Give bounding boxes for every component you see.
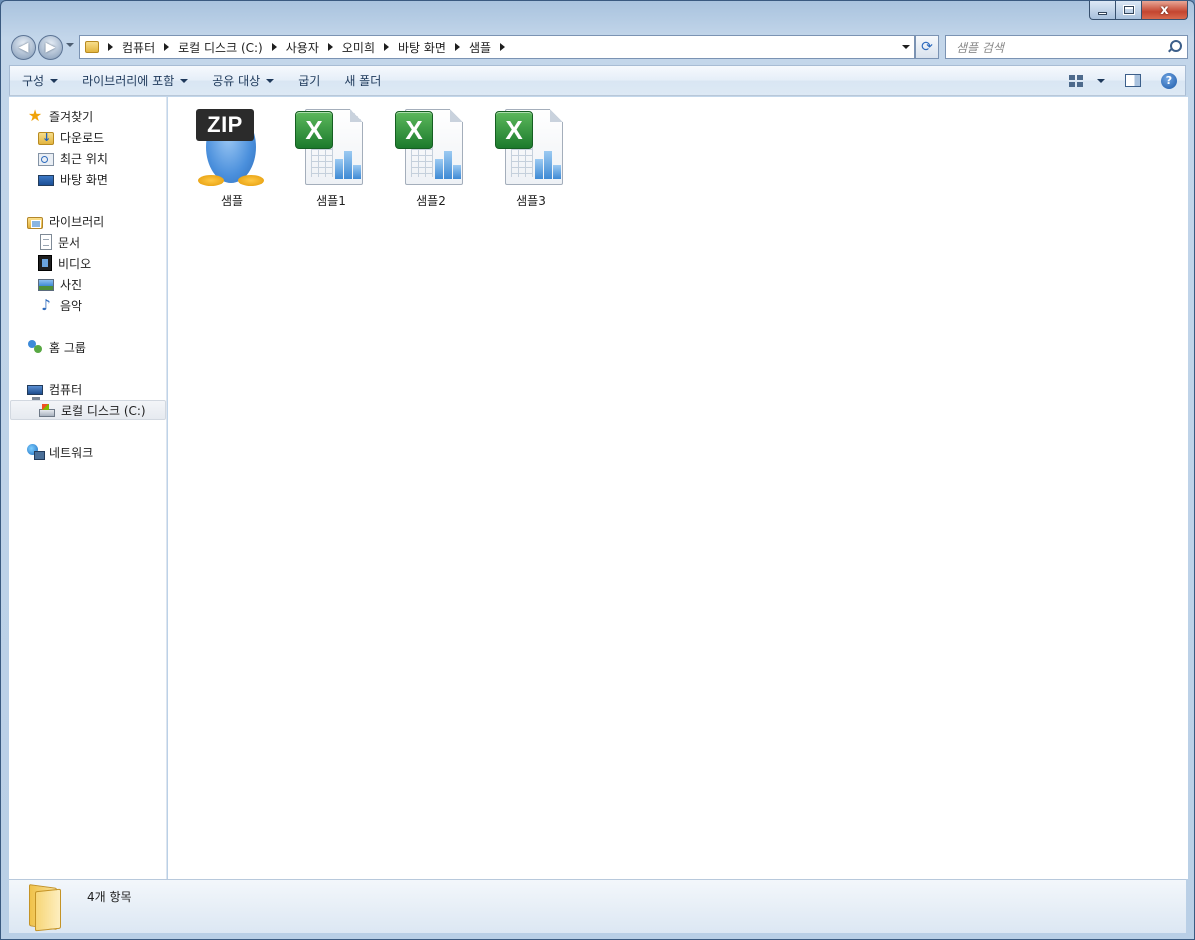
local-disk-icon	[39, 404, 55, 417]
network-icon	[27, 444, 45, 460]
chevron-right-icon[interactable]	[108, 43, 113, 51]
excel-file-icon: X	[291, 105, 371, 187]
search-input[interactable]: 샘플 검색	[945, 35, 1188, 59]
chevron-right-icon[interactable]	[384, 43, 389, 51]
recent-places-icon	[38, 152, 54, 166]
navigation-bar: ◀ ▶ 컴퓨터 로컬 디스크 (C:) 사용자 오미희 바탕 화면 샘플 ⟳ 샘…	[9, 33, 1188, 61]
address-history-dropdown-icon[interactable]	[902, 45, 910, 49]
sidebar-item-favorites[interactable]: ★ 즐겨찾기	[27, 106, 185, 126]
minimize-icon	[1098, 11, 1107, 15]
share-with-menu[interactable]: 공유 대상	[200, 66, 286, 95]
file-item-xlsx[interactable]: X 샘플3	[483, 105, 579, 215]
file-name[interactable]: 샘플1	[316, 192, 346, 209]
preview-pane-icon[interactable]	[1125, 74, 1141, 87]
chevron-right-icon[interactable]	[164, 43, 170, 51]
folder-icon	[27, 886, 61, 928]
excel-file-icon: X	[391, 105, 471, 187]
refresh-button[interactable]: ⟳	[915, 35, 939, 59]
forward-arrow-icon: ▶	[45, 40, 56, 55]
excel-file-icon: X	[491, 105, 571, 187]
breadcrumb-computer[interactable]: 컴퓨터	[122, 39, 178, 56]
desktop-icon	[38, 175, 54, 186]
close-button[interactable]: x	[1142, 1, 1188, 20]
help-icon[interactable]: ?	[1161, 72, 1177, 89]
forward-button[interactable]: ▶	[38, 35, 63, 60]
caption-buttons: x	[1089, 1, 1188, 21]
recent-pages-dropdown-icon[interactable]	[66, 43, 74, 47]
breadcrumb-sample[interactable]: 샘플	[469, 39, 514, 56]
video-icon	[38, 255, 52, 271]
excel-badge: X	[395, 111, 433, 149]
explorer-window: x ◀ ▶ 컴퓨터 로컬 디스크 (C:) 사용자 오미희 바탕 화면 샘플 ⟳…	[0, 0, 1195, 940]
view-options-dropdown-icon[interactable]	[1097, 78, 1105, 83]
downloads-folder-icon	[38, 131, 54, 145]
sidebar-item-network[interactable]: 네트워크	[27, 442, 185, 462]
sidebar-item-local-disk[interactable]: 로컬 디스크 (C:)	[10, 400, 166, 420]
chevron-right-icon[interactable]	[271, 43, 277, 51]
breadcrumb-local-disk[interactable]: 로컬 디스크 (C:)	[178, 39, 286, 56]
back-button[interactable]: ◀	[11, 35, 36, 60]
details-pane: 4개 항목	[9, 879, 1186, 933]
search-icon[interactable]	[1167, 40, 1182, 54]
breadcrumb-root[interactable]	[99, 43, 122, 51]
file-item-zip[interactable]: ZIP 샘플	[184, 105, 280, 215]
maximize-icon	[1123, 6, 1134, 14]
file-list[interactable]: ZIP 샘플 X 샘플1 X 샘플2 X 샘플3	[168, 97, 1188, 879]
excel-badge: X	[295, 111, 333, 149]
minimize-button[interactable]	[1089, 1, 1116, 20]
star-icon: ★	[27, 106, 43, 125]
breadcrumb-user[interactable]: 오미희	[342, 39, 398, 56]
music-icon: ♪	[41, 296, 51, 314]
chevron-right-icon[interactable]	[500, 43, 506, 51]
documents-icon	[40, 234, 52, 250]
file-name[interactable]: 샘플3	[516, 192, 546, 209]
zip-archive-icon: ZIP	[192, 105, 272, 187]
include-in-library-menu[interactable]: 라이브러리에 포함	[70, 66, 200, 95]
chevron-right-icon[interactable]	[327, 43, 333, 51]
navigation-pane: ★ 즐겨찾기 다운로드 최근 위치 바탕 화면 라이브러리 문서 비디오	[9, 97, 167, 879]
command-bar: 구성 라이브러리에 포함 공유 대상 굽기 새 폴더 ?	[9, 65, 1186, 96]
maximize-button[interactable]	[1116, 1, 1142, 20]
burn-button[interactable]: 굽기	[286, 66, 332, 95]
file-name[interactable]: 샘플2	[416, 192, 446, 209]
breadcrumb-desktop[interactable]: 바탕 화면	[398, 39, 469, 56]
address-bar[interactable]: 컴퓨터 로컬 디스크 (C:) 사용자 오미희 바탕 화면 샘플	[79, 35, 915, 59]
zip-badge: ZIP	[196, 109, 254, 141]
back-arrow-icon: ◀	[18, 40, 29, 55]
chevron-down-icon[interactable]	[266, 78, 275, 83]
library-icon	[27, 216, 43, 229]
homegroup-icon	[27, 339, 43, 355]
pictures-icon	[38, 279, 54, 291]
item-count: 4개 항목	[87, 890, 132, 904]
organize-menu[interactable]: 구성	[10, 66, 70, 95]
chevron-down-icon[interactable]	[180, 78, 189, 83]
change-view-icon[interactable]	[1069, 74, 1083, 87]
file-item-xlsx[interactable]: X 샘플1	[283, 105, 379, 215]
folder-icon	[85, 41, 99, 53]
sidebar-item-homegroup[interactable]: 홈 그룹	[27, 337, 185, 357]
computer-icon	[27, 384, 43, 400]
close-icon: x	[1160, 2, 1169, 18]
file-name[interactable]: 샘플	[221, 192, 243, 209]
chevron-down-icon[interactable]	[50, 78, 59, 83]
view-controls: ?	[1069, 66, 1177, 95]
sidebar-item-computer[interactable]: 컴퓨터	[27, 379, 185, 400]
refresh-icon: ⟳	[921, 39, 933, 55]
new-folder-button[interactable]: 새 폴더	[332, 66, 393, 95]
search-placeholder[interactable]: 샘플 검색	[956, 39, 1167, 56]
file-item-xlsx[interactable]: X 샘플2	[383, 105, 479, 215]
breadcrumb-users[interactable]: 사용자	[286, 39, 342, 56]
chevron-right-icon[interactable]	[454, 43, 460, 51]
excel-badge: X	[495, 111, 533, 149]
sidebar-item-libraries[interactable]: 라이브러리	[27, 211, 185, 231]
